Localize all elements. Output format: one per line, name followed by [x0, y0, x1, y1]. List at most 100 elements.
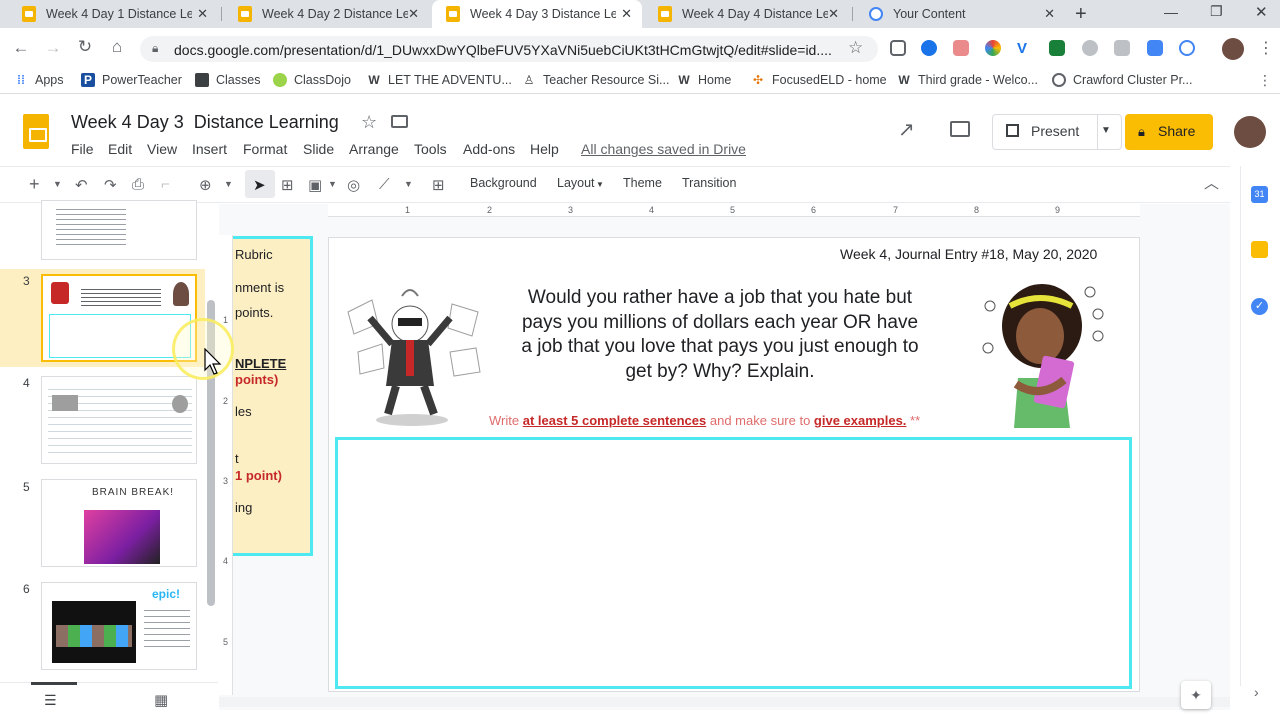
- layout-button[interactable]: Layout: [557, 176, 595, 190]
- bookmark-apps[interactable]: ⁞⁞ Apps: [14, 73, 64, 87]
- comments-icon[interactable]: [950, 121, 970, 137]
- line-dropdown-icon[interactable]: ▼: [404, 179, 413, 189]
- bookmark-adventure[interactable]: W LET THE ADVENTU...: [367, 73, 512, 87]
- expand-panel-icon[interactable]: ›: [1254, 684, 1259, 700]
- new-tab-button[interactable]: +: [1075, 3, 1087, 26]
- browser-tab-4[interactable]: Week 4 Day 4 Distance Lea ✕: [644, 0, 849, 28]
- menu-view[interactable]: View: [147, 141, 177, 157]
- extension-v-icon[interactable]: V: [1017, 40, 1033, 57]
- minimize-button[interactable]: —: [1164, 4, 1178, 20]
- menu-format[interactable]: Format: [243, 141, 287, 157]
- extension-info-icon[interactable]: [1179, 40, 1195, 56]
- window-close-button[interactable]: ✕: [1255, 3, 1268, 21]
- extension-gray2-icon[interactable]: [1114, 40, 1130, 56]
- slide-thumbnail-2[interactable]: [41, 200, 197, 260]
- filmstrip-view-icon[interactable]: ☰: [44, 692, 57, 709]
- select-cursor-icon[interactable]: ➤: [253, 176, 266, 194]
- slide-thumbnail-4[interactable]: [41, 376, 197, 464]
- menu-edit[interactable]: Edit: [108, 141, 132, 157]
- zoom-icon[interactable]: ⊕: [199, 176, 212, 194]
- menu-file[interactable]: File: [71, 141, 94, 157]
- rubric-textbox[interactable]: Rubric nment is points. NPLETE points) l…: [233, 236, 313, 556]
- forward-icon[interactable]: →: [42, 38, 64, 58]
- extension-video-icon[interactable]: [1147, 40, 1163, 56]
- redo-icon[interactable]: ↷: [104, 176, 117, 194]
- answer-textbox[interactable]: [335, 437, 1132, 689]
- browser-tab-2[interactable]: Week 4 Day 2 Distance Lea ✕: [224, 0, 429, 28]
- extension-color-icon[interactable]: [985, 40, 1001, 56]
- textbox-icon[interactable]: ⊞: [281, 176, 294, 194]
- print-icon[interactable]: ⎙: [132, 176, 144, 193]
- slide-thumbnail-5[interactable]: BRAIN BREAK!: [41, 479, 197, 567]
- menu-help[interactable]: Help: [530, 141, 559, 157]
- theme-button[interactable]: Theme: [623, 176, 662, 190]
- present-dropdown-icon[interactable]: ▼: [1101, 125, 1111, 136]
- activity-trend-icon[interactable]: ↗: [898, 117, 915, 142]
- url-text[interactable]: docs.google.com/presentation/d/1_DUwxxDw…: [174, 42, 832, 58]
- bookmark-third-grade[interactable]: W Third grade - Welco...: [897, 73, 1038, 87]
- home-icon[interactable]: ⌂: [106, 37, 128, 57]
- move-folder-icon[interactable]: [391, 115, 408, 128]
- document-title[interactable]: Week 4 Day 3 Distance Learning: [71, 112, 339, 133]
- close-icon[interactable]: ✕: [621, 6, 632, 22]
- paint-format-icon[interactable]: ⌐: [161, 176, 170, 193]
- happy-girl-image[interactable]: [980, 280, 1110, 432]
- extension-arrow-icon[interactable]: [953, 40, 969, 56]
- slide-thumbnail-6[interactable]: epic!: [41, 582, 197, 670]
- undo-icon[interactable]: ↶: [75, 176, 88, 194]
- zoom-dropdown-icon[interactable]: ▼: [224, 179, 233, 189]
- close-icon[interactable]: ✕: [1044, 6, 1055, 22]
- insert-comment-icon[interactable]: ⊞: [432, 176, 445, 194]
- journal-question[interactable]: Would you rather have a job that you hat…: [520, 286, 920, 384]
- slides-logo[interactable]: [23, 114, 49, 149]
- layout-dropdown-icon[interactable]: ▼: [596, 180, 604, 189]
- menu-addons[interactable]: Add-ons: [463, 141, 515, 157]
- browser-menu-icon[interactable]: ⋮: [1258, 38, 1274, 58]
- new-slide-icon[interactable]: +: [29, 174, 40, 195]
- collapse-toolbar-icon[interactable]: ︿: [1204, 172, 1219, 193]
- journal-heading[interactable]: Week 4, Journal Entry #18, May 20, 2020: [840, 246, 1097, 262]
- star-icon[interactable]: ☆: [361, 112, 377, 133]
- horizontal-scrollbar[interactable]: [219, 697, 1230, 707]
- shape-icon[interactable]: ◎: [347, 176, 360, 194]
- bookmark-powerteacher[interactable]: P PowerTeacher: [81, 73, 182, 87]
- image-dropdown-icon[interactable]: ▼: [328, 179, 337, 189]
- save-status[interactable]: All changes saved in Drive: [581, 141, 746, 157]
- bookmark-teacher-resource[interactable]: ♙ Teacher Resource Si...: [522, 73, 670, 87]
- menu-arrange[interactable]: Arrange: [349, 141, 399, 157]
- bookmark-classes[interactable]: Classes: [195, 73, 260, 87]
- back-icon[interactable]: ←: [10, 38, 32, 58]
- grid-view-icon[interactable]: ▦: [154, 691, 168, 709]
- instructions-text[interactable]: Write at least 5 complete sentences and …: [489, 413, 920, 428]
- keep-icon[interactable]: [1251, 241, 1268, 258]
- image-icon[interactable]: ▣: [308, 176, 322, 194]
- stressed-businessman-image[interactable]: [340, 282, 490, 432]
- menu-slide[interactable]: Slide: [303, 141, 334, 157]
- menu-tools[interactable]: Tools: [414, 141, 447, 157]
- bookmark-classdojo[interactable]: ClassDojo: [273, 73, 351, 87]
- transition-button[interactable]: Transition: [682, 176, 736, 190]
- extension-gray-icon[interactable]: [1082, 40, 1098, 56]
- background-button[interactable]: Background: [470, 176, 537, 190]
- explore-icon[interactable]: ✦: [1181, 681, 1211, 709]
- extension-pocket-icon[interactable]: [890, 40, 906, 56]
- bookmark-crawford[interactable]: Crawford Cluster Pr...: [1052, 73, 1192, 87]
- bookmark-star-icon[interactable]: ☆: [848, 38, 863, 58]
- bookmarks-more-icon[interactable]: ⋮: [1258, 72, 1272, 89]
- browser-tab-3-active[interactable]: Week 4 Day 3 Distance Lea ✕: [432, 0, 642, 28]
- new-slide-dropdown-icon[interactable]: ▼: [53, 179, 62, 189]
- menu-insert[interactable]: Insert: [192, 141, 227, 157]
- profile-avatar[interactable]: [1222, 38, 1244, 60]
- extension-user-icon[interactable]: [921, 40, 937, 56]
- user-avatar[interactable]: [1234, 116, 1266, 148]
- restore-button[interactable]: ❐: [1210, 3, 1223, 20]
- browser-tab-1[interactable]: Week 4 Day 1 Distance Lea ✕: [8, 0, 218, 28]
- bookmark-home[interactable]: W Home: [677, 73, 731, 87]
- tasks-icon[interactable]: ✓: [1251, 298, 1268, 315]
- close-icon[interactable]: ✕: [828, 6, 839, 22]
- close-icon[interactable]: ✕: [197, 6, 208, 22]
- line-icon[interactable]: ⟋: [379, 176, 390, 193]
- reload-icon[interactable]: ↻: [74, 37, 96, 57]
- close-icon[interactable]: ✕: [408, 6, 419, 22]
- bookmark-focusedeld[interactable]: ✣ FocusedELD - home: [751, 73, 887, 87]
